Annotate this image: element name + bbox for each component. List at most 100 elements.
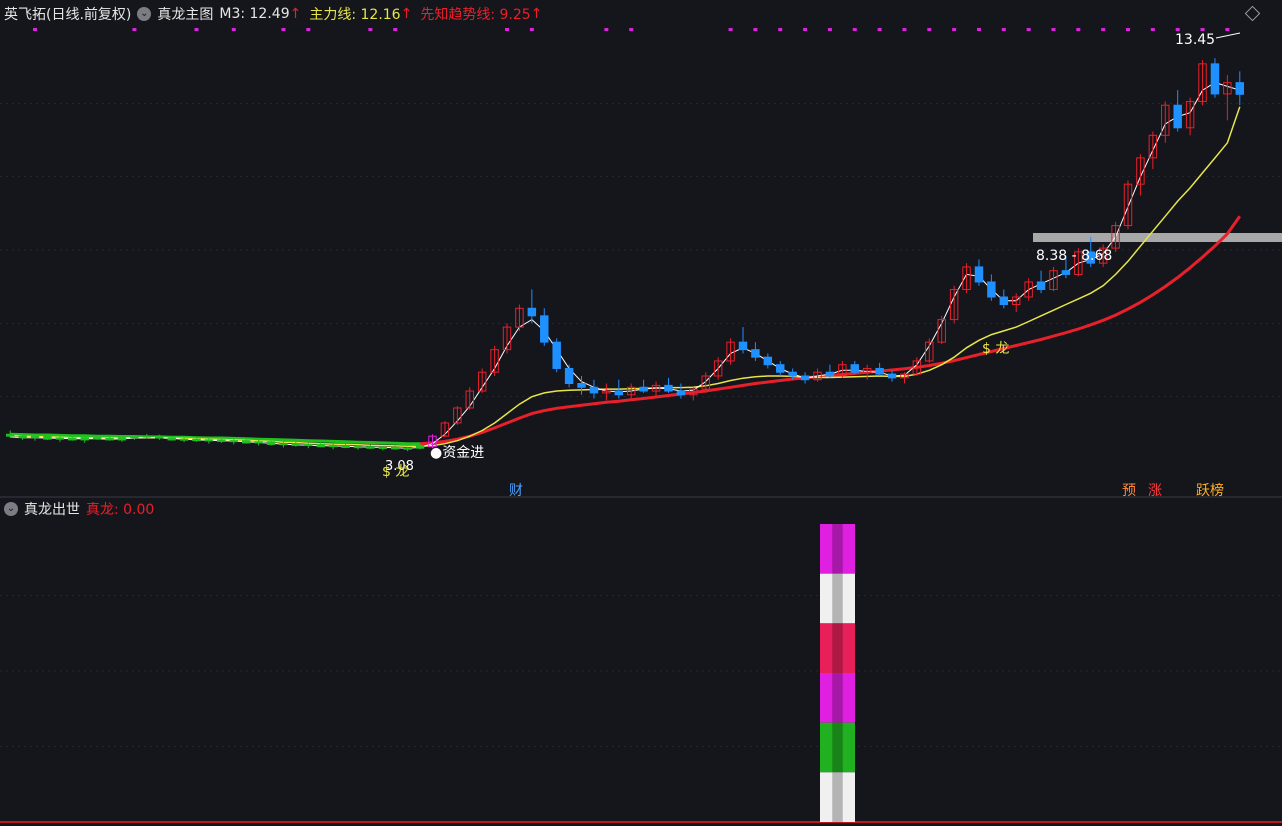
- signal-dot: [803, 28, 808, 31]
- candle-body: [875, 367, 884, 375]
- signal-dot: [753, 28, 758, 31]
- sub-bar-shade: [832, 623, 843, 673]
- signal-dot: [1150, 28, 1155, 31]
- signal-dot: [1225, 28, 1230, 31]
- candle-body: [887, 373, 897, 379]
- candle-body: [974, 266, 984, 283]
- signal-dot: [778, 28, 783, 31]
- candle-body: [366, 446, 375, 449]
- candle-body: [664, 384, 673, 392]
- up-arrow-icon: ↑: [530, 6, 543, 22]
- signal-dot: [629, 28, 634, 31]
- signal-dot: [902, 28, 907, 31]
- signal-dot: [927, 28, 932, 31]
- up-arrow-icon: ↑: [289, 6, 302, 22]
- candle-body: [105, 437, 114, 441]
- event-yu-label: 预: [1122, 483, 1136, 499]
- signal-dot: [281, 28, 286, 31]
- candle-body: [5, 433, 15, 437]
- candle-body: [378, 446, 388, 449]
- candle-body: [92, 437, 102, 440]
- candle-body: [341, 445, 350, 448]
- candle-body: [192, 438, 201, 442]
- main-header: 英飞拓(日线.前复权) ⌄ 真龙主图 M3: 12.49 ↑ 主力线: 12.1…: [4, 4, 548, 24]
- candle-body: [552, 341, 561, 369]
- candle-body: [391, 446, 400, 450]
- candle-body: [179, 438, 189, 441]
- candle-body: [155, 436, 164, 439]
- candle-body: [241, 440, 251, 444]
- candle-body: [130, 435, 139, 439]
- high-price-label: 13.45: [1175, 32, 1215, 48]
- candle-body: [316, 443, 325, 448]
- candle-body: [18, 435, 27, 439]
- signal-dot: [393, 28, 398, 31]
- signal-dot: [368, 28, 373, 31]
- candle-body: [1235, 82, 1245, 95]
- signal-dot: [728, 28, 733, 31]
- candle-body: [328, 445, 338, 448]
- candle-body: [403, 447, 412, 450]
- candle-body: [1061, 270, 1071, 275]
- candle-body: [204, 439, 214, 442]
- candle-body: [614, 390, 624, 396]
- signal-dot: [877, 28, 882, 31]
- candle-body: [540, 315, 549, 343]
- signal-dot: [952, 28, 957, 31]
- candle-body: [1036, 281, 1046, 290]
- signal-dot: [827, 28, 832, 31]
- candle-body: [763, 356, 773, 366]
- sub-bar-shade: [832, 573, 843, 624]
- main-force-line: [10, 106, 1241, 448]
- signal-dot: [604, 28, 609, 31]
- m3-value: M3: 12.49: [219, 6, 290, 22]
- candle-body: [291, 443, 301, 447]
- event-yb-label: 跃榜: [1196, 482, 1224, 499]
- candle-body: [527, 307, 537, 317]
- sub-indicator-value: 真龙: 0.00: [86, 502, 155, 518]
- m3-line: [10, 82, 1240, 449]
- candle-body: [415, 445, 425, 449]
- candle-body: [800, 375, 810, 381]
- signal-dot: [306, 28, 311, 31]
- candle-body: [30, 435, 40, 439]
- candle-body: [304, 443, 313, 447]
- xianzhi-value: 先知趋势线: 9.25: [420, 7, 531, 23]
- candle-body: [850, 364, 859, 373]
- sub-bar-shade: [832, 722, 843, 773]
- sub-indicator-name[interactable]: 真龙出世: [24, 499, 80, 519]
- dragon-signal-label: $ 龙: [382, 464, 409, 480]
- sub-bar-shade: [832, 673, 843, 723]
- signal-dot: [505, 28, 510, 31]
- candle-body: [254, 441, 263, 444]
- candle-body: [167, 437, 176, 441]
- indicator-name[interactable]: 真龙主图: [157, 4, 213, 24]
- candle-body: [999, 296, 1009, 306]
- candle-body: [776, 364, 785, 373]
- signal-dot: [1101, 28, 1106, 31]
- candle-body: [589, 386, 599, 394]
- candle-body: [788, 371, 797, 377]
- signal-dot: [852, 28, 857, 31]
- signal-dot: [132, 28, 137, 31]
- candle-body: [80, 437, 89, 441]
- sub-header: ⌄ 真龙出世 真龙: 0.00: [4, 499, 160, 519]
- up-arrow-icon: ↑: [400, 6, 413, 22]
- dragon-signal-label-2: $ 龙: [982, 341, 1009, 357]
- range-band: [1033, 233, 1282, 242]
- signal-dot: [976, 28, 981, 31]
- candle-body: [43, 435, 52, 440]
- candle-body: [55, 437, 65, 440]
- candle-body: [577, 383, 586, 388]
- chevron-down-icon[interactable]: ⌄: [137, 7, 152, 21]
- candle-body: [117, 437, 127, 441]
- candle-body: [217, 439, 226, 442]
- chevron-down-icon[interactable]: ⌄: [4, 502, 18, 516]
- capital-in-label: ●资金进: [430, 445, 484, 461]
- chart-canvas: 13.453.08$ 龙$ 龙●资金进8.38 - 8.68财预涨跃榜: [0, 28, 1282, 823]
- signal-dot: [1126, 28, 1131, 31]
- event-cai-label: 财: [509, 483, 523, 499]
- candle-body: [68, 437, 77, 441]
- signal-dot: [231, 28, 236, 31]
- candle-body: [229, 440, 238, 443]
